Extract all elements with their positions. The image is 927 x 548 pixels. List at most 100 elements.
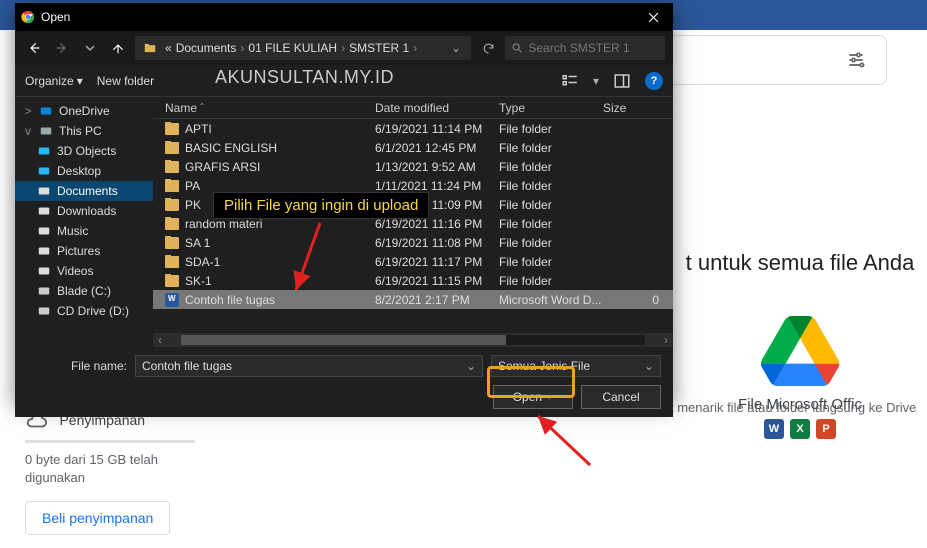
buy-storage-button[interactable]: Beli penyimpanan: [25, 501, 170, 535]
sidebar-item-this-pc[interactable]: vThis PC: [15, 121, 153, 141]
folder-icon: [165, 123, 179, 135]
sidebar-tree[interactable]: >OneDrivevThis PC3D ObjectsDesktopDocume…: [15, 97, 153, 347]
breadcrumb[interactable]: « Documents› 01 FILE KULIAH› SMSTER 1› ⌄: [135, 36, 471, 60]
file-row[interactable]: GRAFIS ARSI1/13/2021 9:52 AMFile folder: [153, 157, 673, 176]
preview-pane-icon[interactable]: [613, 72, 631, 90]
search-input[interactable]: [528, 41, 659, 55]
file-row[interactable]: BASIC ENGLISH6/1/2021 12:45 PMFile folde…: [153, 138, 673, 157]
file-type: File folder: [499, 198, 603, 212]
col-type[interactable]: Type: [499, 101, 603, 115]
view-details-icon[interactable]: [561, 72, 579, 90]
refresh-icon: [482, 42, 495, 55]
file-date: 1/13/2021 9:52 AM: [375, 160, 499, 174]
sidebar-item-pictures[interactable]: Pictures: [15, 241, 153, 261]
storage-bar: [25, 440, 195, 443]
powerpoint-icon: P: [816, 419, 836, 439]
disk-icon: [37, 284, 51, 298]
folder-icon: [165, 237, 179, 249]
sidebar-item-music[interactable]: Music: [15, 221, 153, 241]
vids-icon: [37, 264, 51, 278]
sidebar-item-blade-c-[interactable]: Blade (C:): [15, 281, 153, 301]
file-row[interactable]: SA 16/19/2021 11:08 PMFile folder: [153, 233, 673, 252]
file-date: 6/19/2021 11:14 PM: [375, 122, 499, 136]
list-header[interactable]: Name ˆ Date modified Type Size: [153, 97, 673, 119]
file-date: 1/11/2021 11:24 PM: [375, 179, 499, 193]
dialog-titlebar[interactable]: Open: [15, 3, 673, 31]
google-drive-icon: [760, 316, 840, 386]
folder-icon: [143, 41, 157, 55]
filename-input[interactable]: Contoh file tugas ⌄: [135, 355, 483, 377]
file-name: BASIC ENGLISH: [185, 141, 277, 155]
file-size: 0: [603, 293, 673, 307]
file-row[interactable]: SK-1 6/19/2021 11:15 PMFile folder: [153, 271, 673, 290]
onedrive-icon: [39, 104, 53, 118]
word-doc-icon: [165, 293, 179, 307]
sidebar-item-downloads[interactable]: Downloads: [15, 201, 153, 221]
file-name: SK-1: [185, 274, 212, 288]
folder-icon: [165, 161, 179, 173]
scroll-thumb[interactable]: [181, 335, 506, 345]
forward-button[interactable]: [51, 37, 73, 59]
scroll-left-icon[interactable]: ‹: [153, 333, 167, 347]
sidebar-item-onedrive[interactable]: >OneDrive: [15, 101, 153, 121]
file-name: PA: [185, 179, 200, 193]
col-date[interactable]: Date modified: [375, 101, 499, 115]
file-list[interactable]: APTI 6/19/2021 11:14 PM File folder BASIC E…: [153, 119, 673, 309]
file-open-dialog: Open « Documents› 01 FILE KULIAH› SMSTER…: [15, 3, 673, 403]
breadcrumb-prefix[interactable]: «: [165, 41, 172, 55]
file-row[interactable]: SDA-16/19/2021 11:17 PMFile folder: [153, 252, 673, 271]
scroll-right-icon[interactable]: ›: [659, 333, 673, 347]
recent-dropdown[interactable]: [79, 37, 101, 59]
breadcrumb-seg-1[interactable]: 01 FILE KULIAH: [248, 41, 337, 55]
breadcrumb-seg-2[interactable]: SMSTER 1: [349, 41, 409, 55]
folder-icon: [165, 180, 179, 192]
refresh-button[interactable]: [477, 37, 499, 59]
close-button[interactable]: [639, 6, 667, 28]
file-type: File folder: [499, 274, 603, 288]
sidebar-item-3d-objects[interactable]: 3D Objects: [15, 141, 153, 161]
folder-icon: [165, 218, 179, 230]
dl-icon: [37, 204, 51, 218]
sidebar-item-label: OneDrive: [59, 104, 110, 118]
arrow-left-icon: [27, 41, 41, 55]
breadcrumb-dropdown[interactable]: ⌄: [449, 41, 463, 55]
sidebar-item-videos[interactable]: Videos: [15, 261, 153, 281]
file-row[interactable]: PA 1/11/2021 11:24 PMFile folder: [153, 176, 673, 195]
tune-icon[interactable]: [846, 50, 866, 70]
desktop-icon: [37, 164, 51, 178]
cancel-button[interactable]: Cancel: [581, 385, 661, 409]
search-box[interactable]: [505, 36, 665, 60]
sidebar-item-documents[interactable]: Documents: [15, 181, 153, 201]
chevron-down-icon[interactable]: ⌄: [644, 359, 654, 373]
horizontal-scrollbar[interactable]: ‹ ›: [153, 333, 673, 347]
new-folder-button[interactable]: New folder: [97, 74, 154, 88]
col-size[interactable]: Size: [603, 101, 673, 115]
breadcrumb-seg-0[interactable]: Documents: [176, 41, 237, 55]
file-row[interactable]: APTI6/19/2021 11:14 PMFile folder: [153, 119, 673, 138]
chevron-down-icon[interactable]: ⌄: [466, 359, 476, 373]
file-date: 6/19/2021 11:08 PM: [375, 236, 499, 250]
filetype-select[interactable]: Semua Jenis File ⌄: [491, 355, 661, 377]
file-row[interactable]: Contoh file tugas8/2/2021 2:17 PMMicroso…: [153, 290, 673, 309]
file-type: File folder: [499, 217, 603, 231]
sidebar-item-desktop[interactable]: Desktop: [15, 161, 153, 181]
open-button[interactable]: Open ▼: [493, 385, 573, 409]
file-type: File folder: [499, 255, 603, 269]
sort-asc-icon: ˆ: [200, 101, 204, 115]
file-type: File folder: [499, 179, 603, 193]
up-button[interactable]: [107, 37, 129, 59]
col-name[interactable]: Name ˆ: [153, 101, 375, 115]
close-icon: [648, 12, 659, 23]
file-row[interactable]: PK6/19/2021 11:09 PMFile folder: [153, 195, 673, 214]
folder-icon: [165, 199, 179, 211]
file-row[interactable]: random materi6/19/2021 11:16 PMFile fold…: [153, 214, 673, 233]
file-date: 6/19/2021 11:15 PM: [375, 274, 499, 288]
sidebar-item-cd-drive-d-[interactable]: CD Drive (D:): [15, 301, 153, 321]
sidebar-item-label: Pictures: [57, 244, 100, 258]
help-button[interactable]: ?: [645, 72, 663, 90]
file-name: Contoh file tugas: [185, 293, 275, 307]
organize-menu[interactable]: Organize ▾: [25, 74, 83, 88]
back-button[interactable]: [23, 37, 45, 59]
file-name: APTI: [185, 122, 212, 136]
view-dropdown[interactable]: ▾: [593, 74, 599, 88]
